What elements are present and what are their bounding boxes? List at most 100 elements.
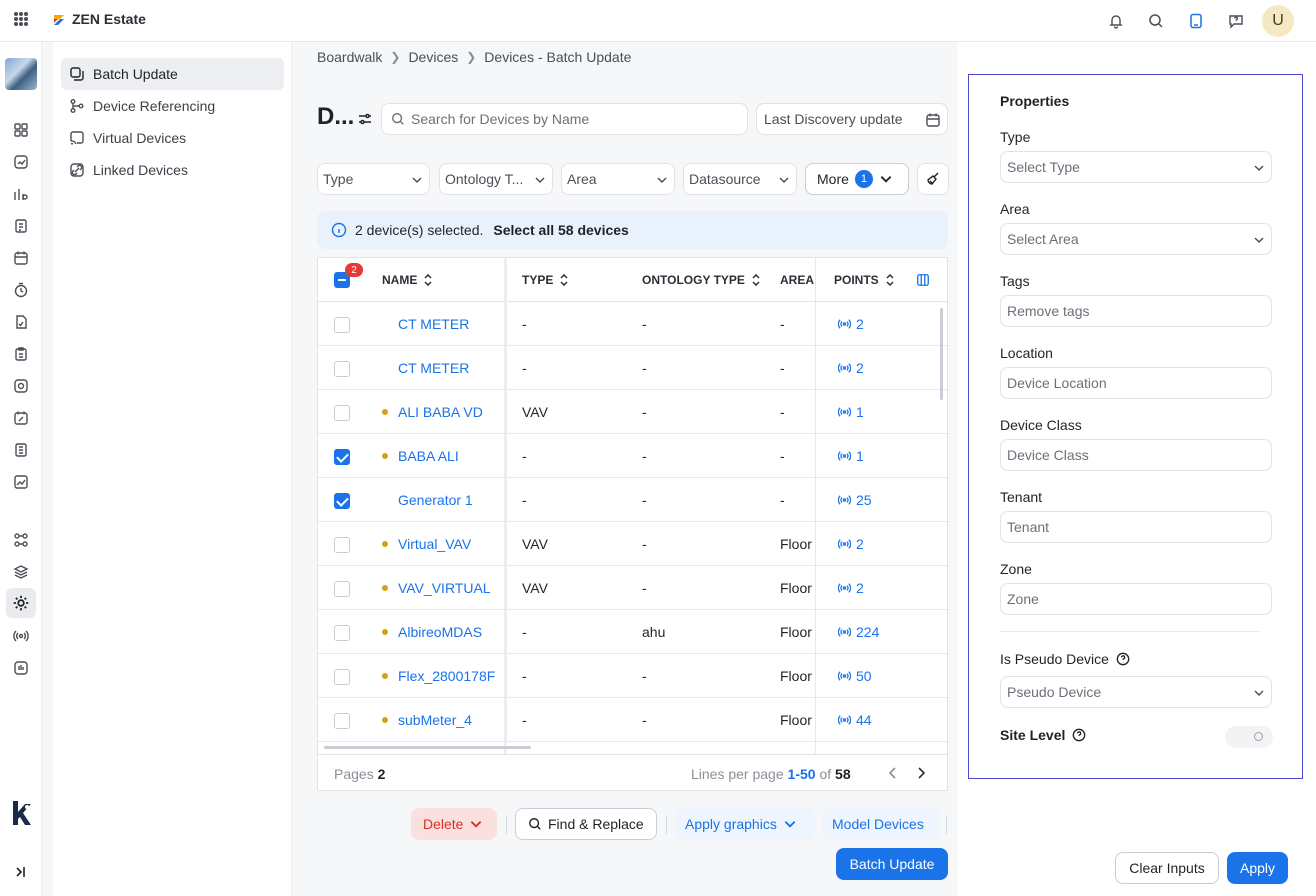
delete-button[interactable]: Delete: [411, 808, 497, 840]
row-checkbox[interactable]: [334, 625, 350, 641]
tags-input[interactable]: [1007, 303, 1257, 319]
help-icon[interactable]: [1072, 728, 1086, 742]
model-devices-button[interactable]: Model Devices: [822, 808, 940, 840]
row-checkbox[interactable]: [334, 581, 350, 597]
row-checkbox[interactable]: [334, 405, 350, 421]
trend-icon[interactable]: [13, 474, 29, 490]
row-checkbox[interactable]: [334, 537, 350, 553]
column-settings-button[interactable]: [916, 258, 930, 302]
search-input[interactable]: [411, 111, 731, 127]
broadcast-icon[interactable]: [13, 628, 29, 644]
notifications-button[interactable]: [1096, 0, 1136, 42]
datasource-filter[interactable]: Datasource: [683, 163, 797, 195]
device-name-link[interactable]: ALI BABA VD: [398, 390, 483, 434]
lpp-range[interactable]: 1-50: [788, 766, 816, 782]
type-select[interactable]: Select Type: [1000, 151, 1272, 183]
next-page-icon[interactable]: [914, 765, 928, 781]
device-points-link[interactable]: 50: [838, 654, 872, 698]
device-points-link[interactable]: 1: [838, 434, 864, 478]
tenant-input[interactable]: [1007, 519, 1257, 535]
row-checkbox[interactable]: [334, 317, 350, 333]
find-replace-button[interactable]: Find & Replace: [515, 808, 657, 840]
tasks-icon[interactable]: [13, 314, 29, 330]
location-field[interactable]: [1000, 367, 1272, 399]
previous-page-icon[interactable]: [886, 765, 900, 781]
area-filter[interactable]: Area: [561, 163, 675, 195]
zone-field[interactable]: [1000, 583, 1272, 615]
analytics-icon[interactable]: [13, 154, 29, 170]
device-name-link[interactable]: VAV_VIRTUAL: [398, 566, 491, 610]
last-discovery-date-field[interactable]: Last Discovery update: [756, 103, 948, 135]
device-name-link[interactable]: Virtual_VAV: [398, 522, 471, 566]
device-points-link[interactable]: 1: [838, 390, 864, 434]
apply-graphics-button[interactable]: Apply graphics: [675, 808, 815, 840]
device-search[interactable]: [381, 103, 748, 135]
integrations-icon[interactable]: [13, 532, 29, 548]
calendar-edit-icon[interactable]: [13, 410, 29, 426]
device-name-link[interactable]: CT METER: [398, 346, 469, 390]
column-header-ontology-type[interactable]: ONTOLOGY TYPE: [642, 258, 761, 302]
submenu-item-virtual-devices[interactable]: Virtual Devices: [61, 122, 284, 154]
device-points-link[interactable]: 2: [838, 346, 864, 390]
table-row[interactable]: subMeter_4 - - Floor 44: [318, 698, 947, 742]
site-thumbnail[interactable]: [5, 58, 37, 90]
breadcrumb-devices[interactable]: Devices: [408, 49, 458, 65]
insights-icon[interactable]: [13, 186, 29, 202]
clear-inputs-button[interactable]: Clear Inputs: [1115, 852, 1219, 884]
device-name-link[interactable]: Flex_2800178F: [398, 654, 495, 698]
app-logo[interactable]: ZEN Estate: [52, 11, 146, 27]
device-name-link[interactable]: BABA ALI: [398, 434, 459, 478]
table-row[interactable]: VAV_VIRTUAL VAV - Floor 2: [318, 566, 947, 610]
timer-icon[interactable]: [13, 282, 29, 298]
metrics-icon[interactable]: [13, 660, 29, 676]
table-row[interactable]: Generator 1 - - - 25: [318, 478, 947, 522]
device-points-link[interactable]: 25: [838, 478, 872, 522]
zone-input[interactable]: [1007, 591, 1257, 607]
table-row[interactable]: BABA ALI - - - 1: [318, 434, 947, 478]
layers-icon[interactable]: [13, 564, 29, 580]
device-points-link[interactable]: 2: [838, 522, 864, 566]
app-grid-icon[interactable]: [14, 12, 28, 26]
reports-icon[interactable]: [13, 218, 29, 234]
schedule-icon[interactable]: [13, 250, 29, 266]
table-row[interactable]: AlbireoMDAS - ahu Floor 224: [318, 610, 947, 654]
type-filter[interactable]: Type: [317, 163, 430, 195]
breadcrumb-boardwalk[interactable]: Boardwalk: [317, 49, 382, 65]
tenant-field[interactable]: [1000, 511, 1272, 543]
row-checkbox[interactable]: [334, 493, 350, 509]
device-points-link[interactable]: 2: [838, 302, 864, 346]
row-checkbox[interactable]: [334, 361, 350, 377]
search-button[interactable]: [1136, 0, 1176, 42]
user-avatar[interactable]: U: [1262, 5, 1294, 37]
device-points-link[interactable]: 2: [838, 566, 864, 610]
filter-settings-button[interactable]: [349, 103, 381, 135]
column-header-area[interactable]: AREA: [780, 258, 814, 302]
clipboard-icon[interactable]: [13, 346, 29, 362]
submenu-item-batch-update[interactable]: Batch Update: [61, 58, 284, 90]
device-name-link[interactable]: AlbireoMDAS: [398, 610, 482, 654]
table-row[interactable]: CT METER - - - 2: [318, 302, 947, 346]
tags-field[interactable]: [1000, 295, 1272, 327]
device-points-link[interactable]: 44: [838, 698, 872, 742]
column-header-points[interactable]: POINTS: [834, 258, 895, 302]
vertical-scrollbar[interactable]: [940, 308, 943, 400]
more-filters-button[interactable]: More 1: [805, 163, 909, 195]
batch-update-button[interactable]: Batch Update: [836, 848, 948, 880]
apply-button[interactable]: Apply: [1227, 852, 1288, 884]
row-checkbox[interactable]: [334, 713, 350, 729]
device-class-input[interactable]: [1007, 447, 1257, 463]
pseudo-device-select[interactable]: Pseudo Device: [1000, 676, 1272, 708]
devices-nav-item[interactable]: [6, 588, 36, 618]
submenu-item-device-referencing[interactable]: Device Referencing: [61, 90, 284, 122]
device-name-link[interactable]: Generator 1: [398, 478, 473, 522]
ontology-type-filter[interactable]: Ontology T...: [439, 163, 553, 195]
row-checkbox[interactable]: [334, 669, 350, 685]
expand-sidebar-icon[interactable]: [13, 864, 29, 880]
device-points-link[interactable]: 224: [838, 610, 879, 654]
column-header-type[interactable]: TYPE: [522, 258, 569, 302]
table-row[interactable]: CT METER - - - 2: [318, 346, 947, 390]
table-row[interactable]: ALI BABA VD VAV - - 1: [318, 390, 947, 434]
help-chat-button[interactable]: [1216, 0, 1256, 42]
document-icon[interactable]: [13, 442, 29, 458]
row-checkbox[interactable]: [334, 449, 350, 465]
